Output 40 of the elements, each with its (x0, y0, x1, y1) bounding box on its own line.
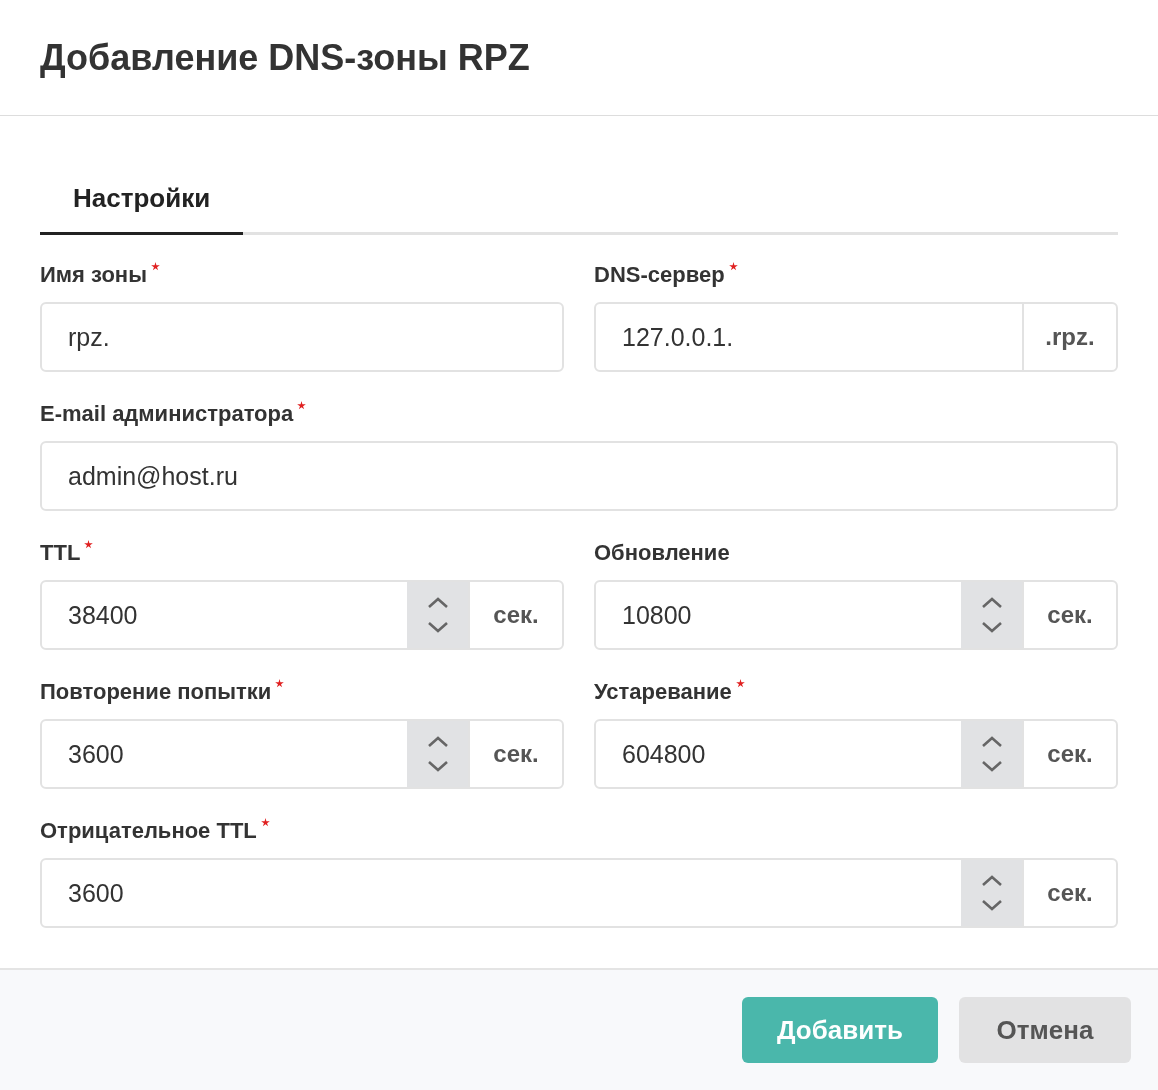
field-label: Имя зоны (40, 261, 147, 289)
cancel-button[interactable]: Отмена (959, 997, 1131, 1063)
spinner-button[interactable] (407, 582, 468, 648)
field-label: TTL (40, 539, 81, 567)
suffix-label: .rpz. (1022, 304, 1116, 370)
input-field[interactable]: 3600 сек. (40, 858, 1118, 928)
dialog-title: Добавление DNS-зоны RPZ (40, 36, 530, 79)
field-label: DNS-сервер (594, 261, 725, 289)
chevron-up-icon (980, 596, 1003, 609)
spinner-button[interactable] (961, 721, 1022, 787)
spinner-button[interactable] (961, 582, 1022, 648)
field-label: Повторение попытки (40, 678, 272, 706)
suffix-label: сек. (1022, 721, 1116, 787)
input-field[interactable]: 10800 сек. (594, 580, 1118, 650)
chevron-up-icon (980, 735, 1003, 748)
chevron-down-icon (980, 760, 1003, 773)
suffix-label: сек. (468, 721, 562, 787)
chevron-down-icon (426, 621, 449, 634)
chevron-up-icon (980, 874, 1003, 887)
field-label: Отрицательное TTL (40, 817, 257, 845)
input-field[interactable]: admin@host.ru (40, 441, 1118, 511)
field-label: Обновление (594, 539, 730, 567)
suffix-label: сек. (1022, 860, 1116, 926)
spinner-button[interactable] (407, 721, 468, 787)
input-field[interactable]: 3600 сек. (40, 719, 564, 789)
input-field[interactable]: rpz. (40, 302, 564, 372)
chevron-down-icon (980, 621, 1003, 634)
tab[interactable]: Настройки (40, 164, 244, 235)
field-label: E-mail администратора (40, 400, 294, 428)
input-field[interactable]: 38400 сек. (40, 580, 564, 650)
chevron-down-icon (980, 899, 1003, 912)
input-field[interactable]: 127.0.0.1. .rpz. (594, 302, 1118, 372)
input-field[interactable]: 604800 сек. (594, 719, 1118, 789)
suffix-label: сек. (468, 582, 562, 648)
chevron-up-icon (426, 735, 449, 748)
chevron-up-icon (426, 596, 449, 609)
field-label: Устаревание (594, 678, 732, 706)
chevron-down-icon (426, 760, 449, 773)
suffix-label: сек. (1022, 582, 1116, 648)
spinner-button[interactable] (961, 860, 1022, 926)
